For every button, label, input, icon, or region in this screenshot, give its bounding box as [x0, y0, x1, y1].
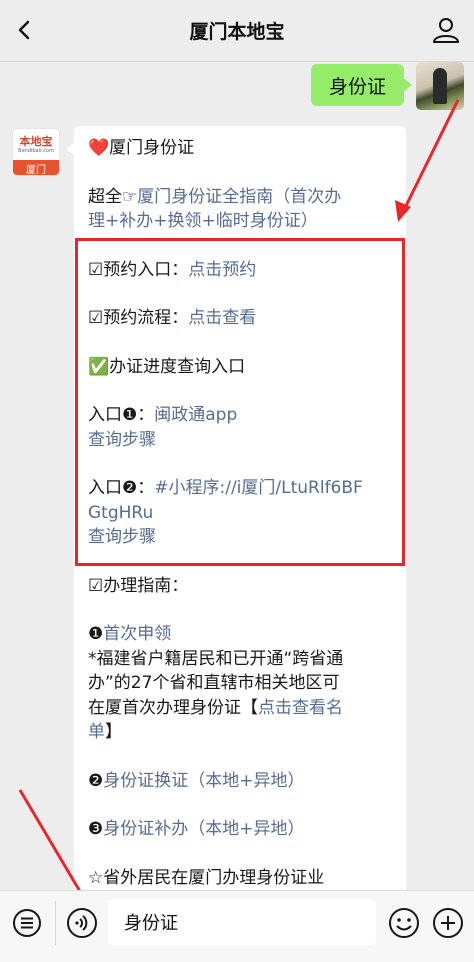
first-apply-note-4: 单】: [88, 722, 122, 742]
message-input[interactable]: 身份证: [108, 899, 376, 945]
input-toolbar: 身份证: [0, 890, 474, 962]
back-button[interactable]: [10, 15, 40, 45]
region-list-link-cont[interactable]: 单: [88, 722, 105, 742]
toolbar-divider: [55, 901, 56, 945]
voice-button[interactable]: [66, 907, 98, 939]
first-apply-note-3: 在厦首次办理身份证【点击查看名: [88, 697, 343, 718]
emoji-icon: [389, 908, 419, 938]
outgoing-message: 身份证: [310, 62, 464, 110]
avatar-domain: Bendibao.com: [18, 147, 54, 154]
avatar-brand: 本地宝: [19, 134, 53, 148]
official-account-avatar[interactable]: 本地宝 Bendibao.com 厦门: [12, 128, 60, 176]
mini-program-link-cont[interactable]: GtgHRu: [88, 501, 392, 526]
chevron-left-icon: [18, 20, 30, 40]
voice-icon: [67, 908, 97, 938]
user-icon: [433, 18, 459, 43]
appointment-process: ☑预约流程：点击查看: [88, 308, 257, 328]
first-apply-note-2: 办”的27个省和直辖市相关地区可: [88, 673, 340, 693]
plus-icon: [433, 908, 463, 938]
renew-entry: ❷身份证换证（本地+异地）: [88, 770, 305, 791]
mini-program-link[interactable]: #小程序://i厦门/LtuRlf6BF: [154, 478, 363, 498]
avatar-city: 厦门: [13, 160, 59, 175]
first-apply-note-1: *福建省户籍居民和已开通“跨省通: [88, 648, 344, 669]
menu-toggle-button[interactable]: [12, 908, 42, 938]
guide-heading: ☑办理指南：: [88, 575, 189, 596]
mzt-app-link[interactable]: 闽政通app: [154, 405, 237, 425]
user-avatar[interactable]: [416, 62, 464, 110]
page-title: 厦门本地宝: [189, 21, 285, 43]
process-link[interactable]: 点击查看: [188, 308, 256, 328]
first-apply-link[interactable]: 首次申领: [103, 624, 171, 644]
entry-1-steps-link[interactable]: 查询步骤: [88, 428, 392, 453]
region-list-link[interactable]: 点击查看名: [258, 698, 343, 718]
guide-link-cont[interactable]: 理+补办+换领+临时身份证）: [88, 209, 392, 234]
entry-2: 入口❷：#小程序://i厦门/LtuRlf6BF: [88, 478, 363, 498]
reissue-link[interactable]: 身份证补办（本地+异地）: [103, 819, 304, 839]
chat-area[interactable]: 身份证 本地宝 Bendibao.com 厦门 ❤️厦门身份证 超全☞厦门身份证…: [0, 62, 474, 890]
emoji-button[interactable]: [388, 907, 420, 939]
profile-button[interactable]: [430, 14, 462, 46]
more-button[interactable]: [432, 907, 464, 939]
heart-icon: ❤️: [88, 138, 110, 158]
entry-1: 入口❶：闽政通app: [88, 405, 238, 425]
appointment-link[interactable]: 点击预约: [188, 260, 256, 280]
outside-province-note: ☆省外居民在厦门办理身份证业: [88, 867, 325, 888]
outgoing-bubble[interactable]: 身份证: [310, 64, 413, 106]
list-menu-icon: [13, 909, 41, 937]
reply-bubble: ❤️厦门身份证 超全☞厦门身份证全指南（首次办 理+补办+换领+临时身份证） ☑…: [66, 126, 406, 890]
reply-title: ❤️厦门身份证: [88, 138, 195, 158]
check-icon: ✅: [88, 356, 110, 377]
renew-link[interactable]: 身份证换证（本地+异地）: [103, 771, 304, 791]
reissue-entry: ❸身份证补办（本地+异地）: [88, 819, 305, 839]
first-apply: ❶首次申领: [88, 624, 172, 644]
appointment-entry: ☑预约入口：点击预约: [88, 259, 257, 280]
entry-2-steps-link[interactable]: 查询步骤: [88, 525, 392, 550]
guide-link[interactable]: 厦门身份证全指南（首次办: [137, 187, 341, 207]
progress-query-heading: ✅办证进度查询入口: [88, 356, 246, 377]
intro-line-1: 超全☞厦门身份证全指南（首次办: [88, 186, 342, 207]
top-navbar: 厦门本地宝: [0, 0, 474, 62]
